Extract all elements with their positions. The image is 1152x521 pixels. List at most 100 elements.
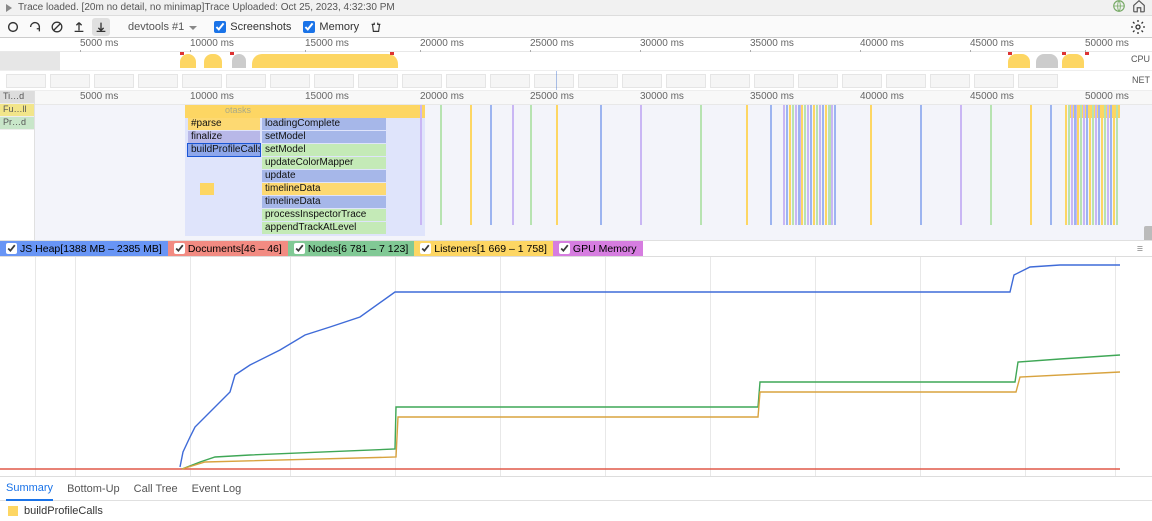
overview-ruler[interactable]: 5000 ms10000 ms15000 ms20000 ms25000 ms3… bbox=[0, 38, 1152, 52]
screenshot-thumb[interactable] bbox=[798, 74, 838, 88]
flame-sliver[interactable] bbox=[556, 105, 558, 225]
play-icon[interactable] bbox=[6, 4, 12, 12]
track-label[interactable]: Pr…d bbox=[0, 117, 34, 130]
flame-sliver[interactable] bbox=[512, 105, 514, 225]
flame-sliver[interactable] bbox=[530, 105, 532, 225]
garbage-collect-icon[interactable] bbox=[367, 18, 385, 36]
flame-sliver[interactable] bbox=[640, 105, 642, 225]
flame-entry[interactable]: loadingComplete bbox=[262, 118, 386, 130]
screenshot-thumb[interactable] bbox=[50, 74, 90, 88]
net-label: NET bbox=[1132, 75, 1150, 85]
upload-icon[interactable] bbox=[70, 18, 88, 36]
cpu-label: CPU bbox=[1131, 54, 1150, 64]
settings-gear-icon[interactable] bbox=[1130, 19, 1146, 35]
flame-entry[interactable]: #parse bbox=[188, 118, 260, 130]
flame-chart[interactable]: Ti…dFu…llPr…d 5000 ms10000 ms15000 ms200… bbox=[0, 91, 1152, 241]
memory-chart[interactable] bbox=[0, 257, 1152, 477]
screenshot-thumb[interactable] bbox=[314, 74, 354, 88]
menu-icon[interactable]: ≡ bbox=[1129, 243, 1152, 255]
flame-entry[interactable]: appendTrackAtLevel bbox=[262, 222, 386, 234]
screenshot-thumb[interactable] bbox=[886, 74, 926, 88]
ruler-tick: 35000 ms bbox=[750, 38, 794, 49]
screenshot-thumb[interactable] bbox=[842, 74, 882, 88]
screenshot-thumb[interactable] bbox=[578, 74, 618, 88]
flame-entry[interactable]: buildProfileCalls bbox=[188, 144, 260, 156]
status-text: Trace loaded. [20m no detail, no minimap… bbox=[18, 2, 395, 13]
flame-sliver[interactable] bbox=[470, 105, 472, 225]
flame-entry[interactable]: finalize bbox=[188, 131, 260, 143]
flame-sliver[interactable] bbox=[700, 105, 702, 225]
flame-sliver[interactable] bbox=[920, 105, 922, 225]
screenshot-thumb[interactable] bbox=[358, 74, 398, 88]
clear-icon[interactable] bbox=[48, 18, 66, 36]
screenshot-thumb[interactable] bbox=[754, 74, 794, 88]
otasks-label: otasks bbox=[225, 105, 251, 115]
ruler-tick: 20000 ms bbox=[420, 91, 464, 102]
screenshots-strip[interactable]: NET bbox=[0, 71, 1152, 91]
flame-sliver[interactable] bbox=[1030, 105, 1032, 225]
flame-sliver[interactable] bbox=[770, 105, 772, 225]
flame-entry[interactable]: updateColorMapper bbox=[262, 157, 386, 169]
flame-entry[interactable]: timelineData bbox=[262, 183, 386, 195]
instance-select[interactable]: devtools #1 bbox=[122, 20, 202, 34]
track-label[interactable]: Ti…d bbox=[0, 91, 34, 104]
screenshots-checkbox[interactable]: Screenshots bbox=[214, 21, 291, 33]
ruler-tick: 50000 ms bbox=[1085, 38, 1129, 49]
tab-call-tree[interactable]: Call Tree bbox=[134, 478, 178, 500]
globe-icon[interactable] bbox=[1106, 0, 1126, 16]
screenshot-thumb[interactable] bbox=[930, 74, 970, 88]
flame-entry[interactable]: setModel bbox=[262, 144, 386, 156]
flame-entry[interactable]: setModel bbox=[262, 131, 386, 143]
selected-entry-name: buildProfileCalls bbox=[24, 505, 103, 517]
flame-sliver[interactable] bbox=[440, 105, 442, 225]
screenshot-thumb[interactable] bbox=[1018, 74, 1058, 88]
screenshot-thumb[interactable] bbox=[446, 74, 486, 88]
tab-event-log[interactable]: Event Log bbox=[192, 478, 242, 500]
legend-item[interactable]: GPU Memory bbox=[553, 241, 643, 256]
reload-icon[interactable] bbox=[26, 18, 44, 36]
flame-sliver[interactable] bbox=[870, 105, 872, 225]
flame-sliver[interactable] bbox=[960, 105, 962, 225]
scrollbar-thumb[interactable] bbox=[1144, 226, 1152, 240]
flame-sliver[interactable] bbox=[600, 105, 602, 225]
screenshot-thumb[interactable] bbox=[490, 74, 530, 88]
screenshot-thumb[interactable] bbox=[666, 74, 706, 88]
ruler-tick: 15000 ms bbox=[305, 38, 349, 49]
screenshot-thumb[interactable] bbox=[226, 74, 266, 88]
flame-sliver[interactable] bbox=[746, 105, 748, 225]
screenshot-thumb[interactable] bbox=[6, 74, 46, 88]
legend-item[interactable]: Nodes[6 781 – 7 123] bbox=[288, 241, 414, 256]
screenshot-thumb[interactable] bbox=[710, 74, 750, 88]
overview-minimap[interactable]: CPU bbox=[0, 52, 1152, 71]
home-icon[interactable] bbox=[1126, 0, 1146, 16]
ruler-tick: 5000 ms bbox=[80, 91, 118, 102]
screenshot-thumb[interactable] bbox=[622, 74, 662, 88]
flame-sliver[interactable] bbox=[990, 105, 992, 225]
legend-item[interactable]: Listeners[1 669 – 1 758] bbox=[414, 241, 553, 256]
screenshot-thumb[interactable] bbox=[182, 74, 222, 88]
flame-entry[interactable]: timelineData bbox=[262, 196, 386, 208]
ruler-tick: 40000 ms bbox=[860, 91, 904, 102]
tab-summary[interactable]: Summary bbox=[6, 477, 53, 501]
flame-sliver[interactable] bbox=[1050, 105, 1052, 225]
tab-bottom-up[interactable]: Bottom-Up bbox=[67, 478, 120, 500]
record-icon[interactable] bbox=[4, 18, 22, 36]
screenshot-thumb[interactable] bbox=[974, 74, 1014, 88]
track-label[interactable]: Fu…ll bbox=[0, 104, 34, 117]
series-js-heap bbox=[180, 265, 1120, 467]
flame-sliver[interactable] bbox=[420, 105, 422, 225]
screenshot-thumb[interactable] bbox=[402, 74, 442, 88]
screenshot-thumb[interactable] bbox=[94, 74, 134, 88]
flame-sliver[interactable] bbox=[490, 105, 492, 225]
flame-entry[interactable]: update bbox=[262, 170, 386, 182]
screenshot-thumb[interactable] bbox=[138, 74, 178, 88]
legend-item[interactable]: JS Heap[1388 MB – 2385 MB] bbox=[0, 241, 168, 256]
screenshot-thumb[interactable] bbox=[534, 74, 574, 88]
download-icon[interactable] bbox=[92, 18, 110, 36]
memory-checkbox[interactable]: Memory bbox=[303, 21, 359, 33]
screenshot-thumb[interactable] bbox=[270, 74, 310, 88]
flame-entry[interactable] bbox=[200, 183, 214, 195]
flame-entry[interactable]: processInspectorTrace bbox=[262, 209, 386, 221]
legend-item[interactable]: Documents[46 – 46] bbox=[168, 241, 288, 256]
ruler-tick: 25000 ms bbox=[530, 38, 574, 49]
